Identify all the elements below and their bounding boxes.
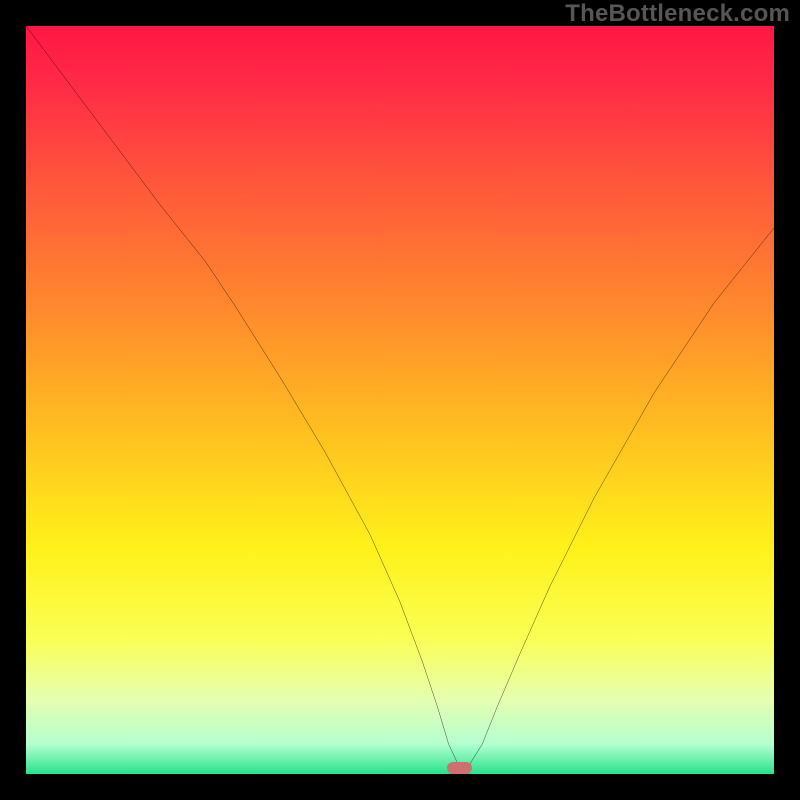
plot-area — [26, 26, 774, 774]
bottleneck-curve — [26, 26, 774, 774]
chart-frame: TheBottleneck.com — [0, 0, 800, 800]
optimum-marker — [447, 762, 472, 774]
watermark-text: TheBottleneck.com — [565, 0, 790, 28]
